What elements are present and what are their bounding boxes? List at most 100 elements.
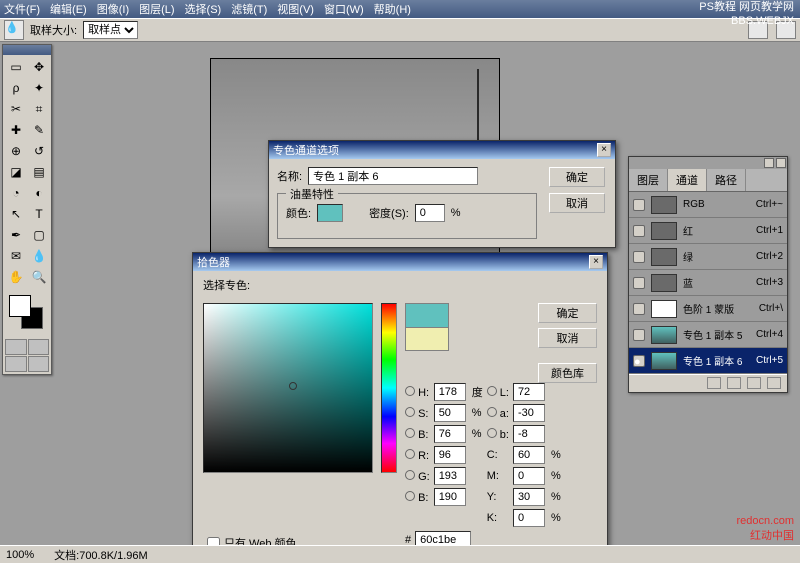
channel-row[interactable]: RGB Ctrl+~ [629,192,787,218]
menu-file[interactable]: 文件(F) [4,1,40,17]
panel-close-icon[interactable] [776,158,786,168]
slice-tool-icon[interactable]: ⌗ [28,99,50,119]
toolbox-header[interactable] [3,45,51,55]
wand-tool-icon[interactable]: ✦ [28,78,50,98]
tab-layers[interactable]: 图层 [629,169,668,191]
marquee-tool-icon[interactable]: ▭ [5,57,27,77]
blur-tool-icon[interactable]: ◔ [5,183,27,203]
a-input[interactable] [513,404,545,422]
hand-tool-icon[interactable]: ✋ [5,267,27,287]
tab-paths[interactable]: 路径 [707,169,746,191]
brgb-input[interactable] [434,488,466,506]
visibility-icon[interactable] [633,251,645,263]
eyedropper-tool-icon[interactable]: 💧 [28,246,50,266]
blab-input[interactable] [513,425,545,443]
history-brush-icon[interactable]: ↺ [28,141,50,161]
channel-row[interactable]: 绿 Ctrl+2 [629,244,787,270]
bhsb-radio[interactable] [405,428,415,438]
load-selection-icon[interactable] [707,377,721,389]
channel-row[interactable]: 专色 1 副本 5 Ctrl+4 [629,322,787,348]
visibility-icon[interactable] [633,277,645,289]
g-radio[interactable] [405,470,415,480]
spot-dialog-title-bar[interactable]: 专色通道选项 × [269,141,615,159]
gradient-tool-icon[interactable]: ▤ [28,162,50,182]
menu-view[interactable]: 视图(V) [277,1,314,17]
l-radio[interactable] [487,386,497,396]
picker-cancel-button[interactable]: 取消 [538,328,597,348]
menu-help[interactable]: 帮助(H) [374,1,411,17]
h-radio[interactable] [405,386,415,396]
visibility-icon[interactable] [633,329,645,341]
density-input[interactable] [415,204,445,222]
k-input[interactable] [513,509,545,527]
zoom-level[interactable]: 100% [6,549,34,561]
s-input[interactable] [434,404,466,422]
lasso-tool-icon[interactable]: ρ [5,78,27,98]
visibility-icon[interactable] [633,303,645,315]
a-radio[interactable] [487,407,497,417]
y-input[interactable] [513,488,545,506]
channel-row[interactable]: 色阶 1 蒙版 Ctrl+\ [629,296,787,322]
brgb-radio[interactable] [405,491,415,501]
channel-row[interactable]: 红 Ctrl+1 [629,218,787,244]
r-input[interactable] [434,446,466,464]
eyedropper-icon[interactable]: 💧 [4,20,24,40]
delete-channel-icon[interactable] [767,377,781,389]
eraser-tool-icon[interactable]: ◪ [5,162,27,182]
move-tool-icon[interactable]: ✥ [28,57,50,77]
m-input[interactable] [513,467,545,485]
tab-channels[interactable]: 通道 [668,169,707,191]
panel-min-icon[interactable] [764,158,774,168]
menu-image[interactable]: 图像(I) [97,1,129,17]
standard-mode-icon[interactable] [5,339,27,355]
menu-select[interactable]: 选择(S) [185,1,222,17]
channel-name-input[interactable] [308,167,478,185]
r-radio[interactable] [405,449,415,459]
picker-title-bar[interactable]: 拾色器 × [193,253,607,271]
ink-color-swatch[interactable] [317,204,343,222]
sample-size-select[interactable]: 取样点 [83,21,138,39]
path-tool-icon[interactable]: ↖ [5,204,27,224]
color-field[interactable] [203,303,373,473]
s-radio[interactable] [405,407,415,417]
heal-tool-icon[interactable]: ✚ [5,120,27,140]
notes-tool-icon[interactable]: ✉ [5,246,27,266]
channel-row[interactable]: ● 专色 1 副本 6 Ctrl+5 [629,348,787,374]
type-tool-icon[interactable]: T [28,204,50,224]
dodge-tool-icon[interactable]: ◐ [28,183,50,203]
screen-mode-1-icon[interactable] [5,356,27,372]
custom-colors-button[interactable]: 颜色库 [538,363,597,383]
foreground-swatch[interactable] [9,295,31,317]
blab-radio[interactable] [487,428,497,438]
ok-button[interactable]: 确定 [549,167,605,187]
visibility-icon[interactable]: ● [633,355,645,367]
zoom-tool-icon[interactable]: 🔍 [28,267,50,287]
close-icon[interactable]: × [589,255,603,269]
save-selection-icon[interactable] [727,377,741,389]
menu-edit[interactable]: 编辑(E) [50,1,87,17]
g-input[interactable] [434,467,466,485]
color-field-marker[interactable] [289,382,297,390]
quickmask-mode-icon[interactable] [28,339,50,355]
hue-slider[interactable] [381,303,397,473]
new-channel-icon[interactable] [747,377,761,389]
pen-tool-icon[interactable]: ✒ [5,225,27,245]
menu-layer[interactable]: 图层(L) [139,1,174,17]
menu-window[interactable]: 窗口(W) [324,1,364,17]
bhsb-input[interactable] [434,425,466,443]
stamp-tool-icon[interactable]: ⊕ [5,141,27,161]
visibility-icon[interactable] [633,225,645,237]
menu-filter[interactable]: 滤镜(T) [231,1,267,17]
cancel-button[interactable]: 取消 [549,193,605,213]
l-input[interactable] [513,383,545,401]
doc-size[interactable]: 文档:700.8K/1.96M [54,547,148,563]
channel-row[interactable]: 蓝 Ctrl+3 [629,270,787,296]
picker-ok-button[interactable]: 确定 [538,303,597,323]
crop-tool-icon[interactable]: ✂ [5,99,27,119]
c-input[interactable] [513,446,545,464]
brush-tool-icon[interactable]: ✎ [28,120,50,140]
shape-tool-icon[interactable]: ▢ [28,225,50,245]
visibility-icon[interactable] [633,199,645,211]
h-input[interactable] [434,383,466,401]
screen-mode-2-icon[interactable] [28,356,50,372]
